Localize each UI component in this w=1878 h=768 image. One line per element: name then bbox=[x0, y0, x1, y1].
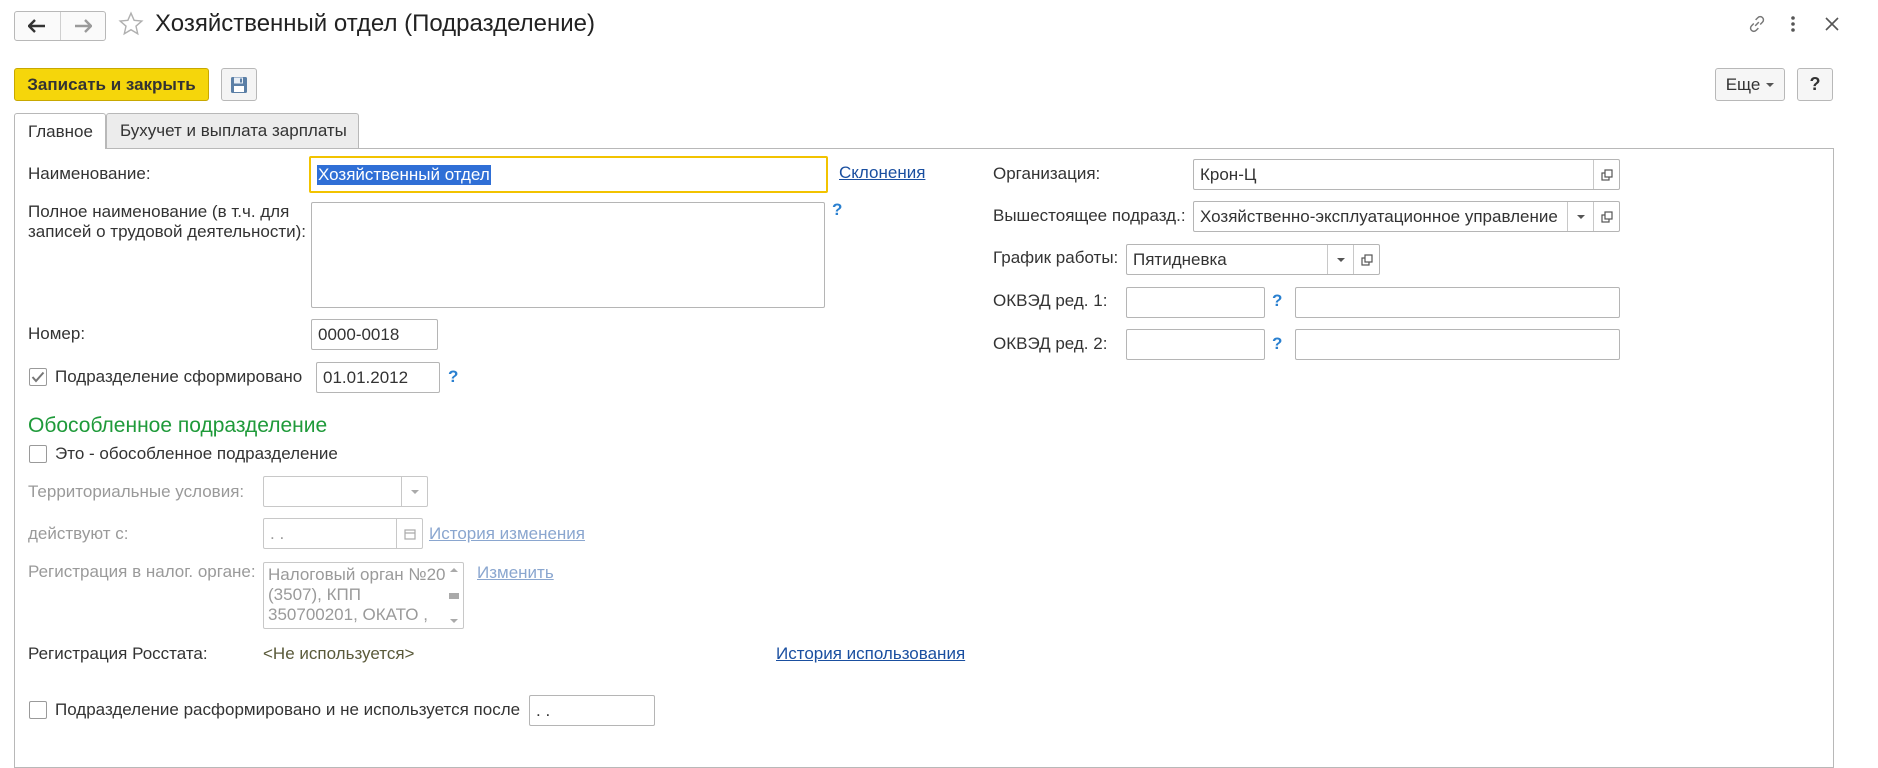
is-separate-checkbox[interactable] bbox=[29, 445, 47, 463]
save-and-close-button[interactable]: Записать и закрыть bbox=[14, 68, 209, 101]
scroll-up-icon bbox=[450, 568, 458, 572]
work-schedule-open-button[interactable] bbox=[1353, 245, 1379, 274]
separate-subdivision-title: Обособленное подразделение bbox=[28, 414, 328, 437]
parent-subdivision-label: Вышестоящее подразд.: bbox=[993, 206, 1186, 225]
name-label: Наименование: bbox=[28, 164, 151, 183]
calendar-icon bbox=[403, 528, 416, 540]
disbanded-date-input[interactable]: . . bbox=[529, 695, 655, 726]
tax-registration-label: Регистрация в налог. органе: bbox=[28, 562, 256, 581]
open-window-icon bbox=[1600, 210, 1613, 223]
declensions-link[interactable]: Склонения bbox=[839, 163, 925, 183]
name-input-value: Хозяйственный отдел bbox=[317, 164, 491, 185]
organization-label: Организация: bbox=[993, 164, 1101, 183]
usage-history-link[interactable]: История использования bbox=[776, 644, 965, 664]
caret-down-icon bbox=[1336, 257, 1345, 262]
number-input[interactable]: 0000-0018 bbox=[311, 319, 438, 350]
tax-registration-field[interactable]: Налоговый орган №20 (3507), КПП 35070020… bbox=[263, 562, 464, 629]
open-window-icon bbox=[1360, 253, 1373, 266]
okved1-code-input[interactable] bbox=[1126, 287, 1265, 318]
link-icon[interactable] bbox=[1746, 13, 1768, 40]
parent-subdivision-value: Хозяйственно-эксплуатационное управление bbox=[1200, 206, 1558, 226]
change-history-link[interactable]: История изменения bbox=[429, 524, 585, 544]
tax-registration-change-link[interactable]: Изменить bbox=[477, 563, 554, 583]
okved1-name-input[interactable] bbox=[1295, 287, 1620, 318]
floppy-disk-icon bbox=[231, 76, 247, 93]
formed-checkbox[interactable] bbox=[29, 368, 47, 386]
checkmark-icon bbox=[31, 371, 45, 383]
caret-down-icon bbox=[410, 489, 419, 494]
parent-subdivision-dropdown-button[interactable] bbox=[1567, 202, 1593, 231]
favorite-star-icon[interactable] bbox=[118, 11, 144, 42]
tab-main[interactable]: Главное bbox=[14, 113, 106, 149]
more-button-label: Еще bbox=[1725, 74, 1761, 94]
valid-from-date-input[interactable]: . . bbox=[263, 518, 423, 549]
tab-accounting-payroll[interactable]: Бухучет и выплата зарплаты bbox=[106, 113, 359, 148]
open-window-icon bbox=[1600, 168, 1613, 181]
disbanded-checkbox[interactable] bbox=[29, 701, 47, 719]
navigation-buttons bbox=[14, 11, 106, 41]
full-name-label-line2: записей о трудовой деятельности): bbox=[28, 222, 307, 241]
scroll-down-icon bbox=[450, 619, 458, 623]
forward-button[interactable] bbox=[59, 12, 106, 40]
window-title: Хозяйственный отдел (Подразделение) bbox=[155, 10, 595, 37]
work-schedule-select[interactable]: Пятидневка bbox=[1126, 244, 1380, 275]
okved2-name-input[interactable] bbox=[1295, 329, 1620, 360]
scroll-thumb-icon bbox=[449, 592, 459, 599]
arrow-right-icon bbox=[74, 19, 92, 33]
help-button[interactable]: ? bbox=[1797, 68, 1833, 101]
is-separate-label: Это - обособленное подразделение bbox=[55, 444, 338, 463]
save-button[interactable] bbox=[221, 68, 257, 101]
territorial-select[interactable] bbox=[263, 476, 428, 507]
territorial-dropdown-button[interactable] bbox=[401, 477, 427, 506]
name-input[interactable]: Хозяйственный отдел bbox=[309, 156, 828, 193]
full-name-help-icon[interactable]: ? bbox=[832, 200, 842, 220]
okved2-label: ОКВЭД ред. 2: bbox=[993, 334, 1108, 353]
back-button[interactable] bbox=[15, 12, 60, 40]
organization-input[interactable]: Крон-Ц bbox=[1193, 159, 1620, 190]
okved1-help-icon[interactable]: ? bbox=[1272, 291, 1282, 311]
organization-value: Крон-Ц bbox=[1200, 164, 1257, 184]
formed-date-input[interactable]: 01.01.2012 bbox=[316, 362, 440, 393]
rosstat-value: <Не используется> bbox=[263, 644, 415, 663]
valid-from-label: действуют с: bbox=[28, 524, 129, 543]
formed-label: Подразделение сформировано bbox=[55, 367, 303, 386]
calendar-button[interactable] bbox=[396, 519, 422, 548]
organization-open-button[interactable] bbox=[1593, 160, 1619, 189]
formed-help-icon[interactable]: ? bbox=[448, 367, 458, 387]
arrow-left-icon bbox=[28, 19, 46, 33]
full-name-label-line1: Полное наименование (в т.ч. для bbox=[28, 202, 290, 221]
okved2-code-input[interactable] bbox=[1126, 329, 1265, 360]
work-schedule-dropdown-button[interactable] bbox=[1327, 245, 1353, 274]
caret-down-icon bbox=[1576, 214, 1585, 219]
close-icon[interactable] bbox=[1822, 13, 1842, 40]
more-vertical-icon[interactable] bbox=[1786, 13, 1800, 40]
work-schedule-value: Пятидневка bbox=[1133, 249, 1227, 269]
tax-registration-line: Налоговый орган №20 bbox=[268, 565, 446, 584]
rosstat-label: Регистрация Росстата: bbox=[28, 644, 208, 663]
caret-down-icon bbox=[1766, 82, 1775, 87]
tax-registration-line: 350700201, ОКАТО , bbox=[268, 605, 428, 624]
valid-from-value: . . bbox=[270, 523, 285, 543]
more-button[interactable]: Еще bbox=[1715, 68, 1785, 101]
tax-registration-line: (3507), КПП bbox=[268, 585, 361, 604]
parent-subdivision-open-button[interactable] bbox=[1593, 202, 1619, 231]
territorial-label: Территориальные условия: bbox=[28, 482, 245, 501]
number-label: Номер: bbox=[28, 324, 86, 343]
disbanded-label: Подразделение расформировано и не исполь… bbox=[55, 700, 521, 719]
work-schedule-label: График работы: bbox=[993, 248, 1119, 267]
okved1-label: ОКВЭД ред. 1: bbox=[993, 291, 1108, 310]
tax-registration-scrollbar[interactable] bbox=[445, 563, 463, 628]
full-name-textarea[interactable] bbox=[311, 202, 825, 308]
parent-subdivision-select[interactable]: Хозяйственно-эксплуатационное управление bbox=[1193, 201, 1620, 232]
okved2-help-icon[interactable]: ? bbox=[1272, 334, 1282, 354]
